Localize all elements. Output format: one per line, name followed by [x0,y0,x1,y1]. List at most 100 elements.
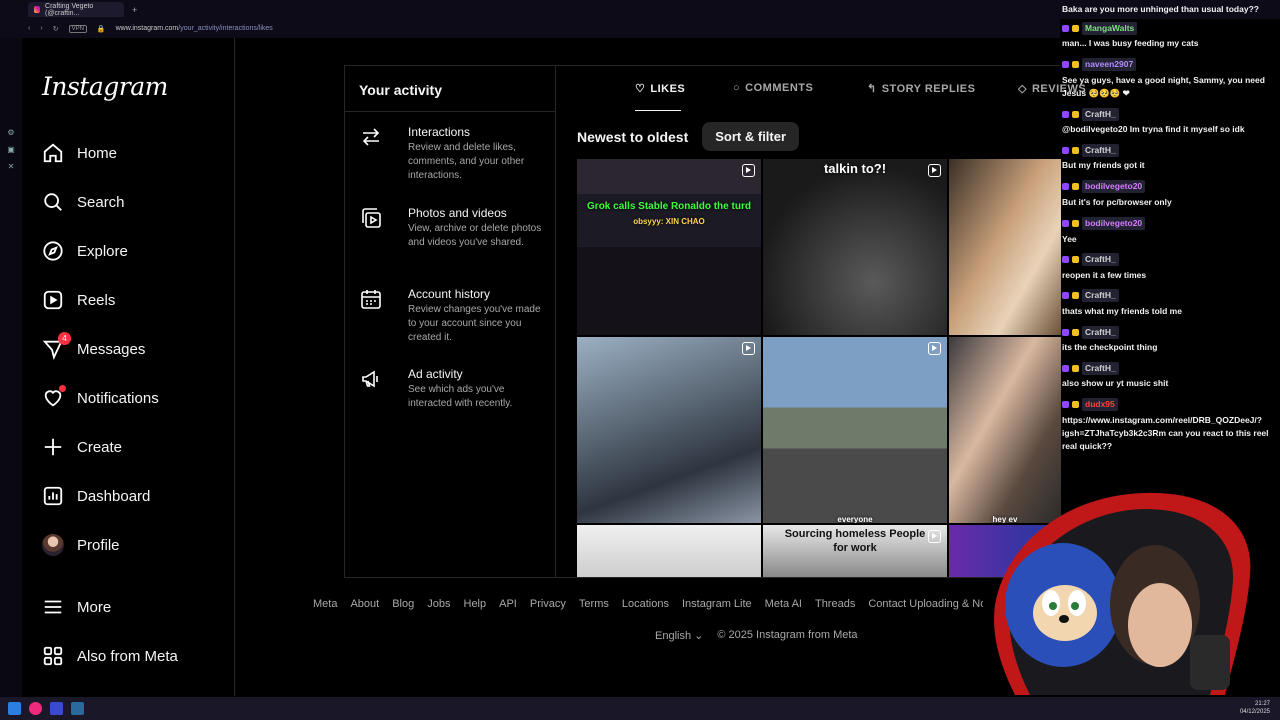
reload-icon[interactable]: ↻ [53,25,59,33]
footer-link[interactable]: API [499,598,517,610]
chat-message: @bodilvegeto20 Im tryna find it myself s… [1062,124,1245,134]
chat-badge-icon [1062,220,1069,227]
megaphone-icon [359,367,383,391]
sidebar-item-also-from-meta[interactable]: Also from Meta [42,643,178,669]
activity-item-title: Account history [408,287,491,301]
vpn-badge[interactable]: VPN [68,24,87,33]
vegas-app-icon[interactable] [50,702,63,715]
tab-comments[interactable]: ○ COMMENTS [733,82,813,94]
chat-badge-icon [1072,401,1079,408]
arrows-swap-icon [359,125,383,149]
tile-caption: Grok calls Stable Ronaldo the turd [587,201,751,212]
sidebar-item-dashboard[interactable]: Dashboard [42,483,150,509]
liked-post-tile[interactable]: Sourcing homeless People for work [763,525,947,577]
browser-side-strip: ⚙ ▣ ✕ [0,38,22,698]
chat-badge-icon [1062,365,1069,372]
new-tab-button[interactable]: + [132,5,137,15]
chat-username: bodilvegeto20 [1062,180,1277,193]
chat-username-text: naveen2907 [1082,58,1137,71]
chat-badge-icon [1072,183,1079,190]
footer-link[interactable]: Threads [815,598,855,610]
chat-message: See ya guys, have a good night, Sammy, y… [1062,75,1265,98]
reel-icon [928,530,941,543]
chat-badge-icon [1072,256,1079,263]
activity-item-account-history[interactable]: Account history Review changes you've ma… [359,287,549,347]
search-icon [42,191,64,213]
footer-link[interactable]: Privacy [530,598,566,610]
chat-badge-icon [1062,329,1069,336]
footer-link[interactable]: Help [464,598,487,610]
liked-post-tile[interactable]: Grok calls Stable Ronaldo the turd obsyy… [577,159,761,335]
openai-icon[interactable]: ⚙ [7,128,14,137]
reel-icon [928,164,941,177]
chat-message: Yee [1062,234,1077,244]
compass-icon [42,240,64,262]
photoshop-app-icon[interactable] [71,702,84,715]
chat-username-text: CraftH_ [1082,108,1119,121]
forward-icon[interactable]: › [40,25,42,32]
footer-link[interactable]: Meta [313,598,337,610]
sidebar-item-more[interactable]: More [42,594,111,620]
twitch-icon[interactable]: ▣ [7,145,15,154]
address-bar: ‹ › ↻ VPN 🔒 www.instagram.com/your_activ… [0,19,1060,38]
clock-time: 21:27 [1254,701,1270,707]
chat-badge-icon [1072,147,1079,154]
tab-label: COMMENTS [745,82,814,94]
hamburger-icon [42,596,64,618]
sidebar-item-notifications[interactable]: Notifications [42,385,159,411]
windows-start-icon[interactable] [8,702,21,715]
browser-tab[interactable]: Crafting Vegeto (@craftin... [28,2,124,17]
sort-filter-button[interactable]: Sort & filter [702,122,800,151]
sidebar-item-label: Dashboard [77,487,151,505]
footer-link[interactable]: Blog [392,598,414,610]
footer-link[interactable]: Contact Uploading & Non-Users [868,598,983,610]
chat-username: naveen2907 [1062,58,1277,71]
back-icon[interactable]: ‹ [28,25,30,32]
chat-badge-icon [1062,183,1069,190]
chat-badge-icon [1072,61,1079,68]
activity-item-interactions[interactable]: Interactions Review and delete likes, co… [359,125,549,185]
sidebar-item-messages[interactable]: 4 Messages [42,332,145,362]
footer-link[interactable]: Meta AI [765,598,802,610]
heart-icon: ♡ [635,83,646,95]
language-select[interactable]: English ⌄ [655,629,703,642]
browser-app-icon[interactable] [29,702,42,715]
footer-link[interactable]: About [350,598,379,610]
chat-username-text: MangaWalts [1082,22,1138,35]
sidebar-item-explore[interactable]: Explore [42,238,128,264]
footer-link[interactable]: Instagram Lite [682,598,752,610]
url-field[interactable]: www.instagram.com/your_activity/interact… [116,25,273,32]
footer-link[interactable]: Locations [622,598,669,610]
tab-likes[interactable]: ♡ LIKES [635,82,685,96]
liked-post-tile[interactable] [949,159,1061,335]
reply-icon: ↰ [867,83,877,95]
activity-item-photos-videos[interactable]: Photos and videos View, archive or delet… [359,206,549,266]
x-icon[interactable]: ✕ [8,162,15,171]
sidebar-item-reels[interactable]: Reels [42,287,115,313]
sidebar-item-label: Search [77,193,125,211]
activity-item-ad-activity[interactable]: Ad activity See which ads you've interac… [359,367,549,412]
stream-chat-overlay: Baka are you more unhinged than usual to… [1060,0,1280,470]
liked-post-tile[interactable] [577,337,761,523]
sidebar-item-profile[interactable]: Profile [42,532,120,558]
reel-icon [928,342,941,355]
plus-icon [42,436,64,458]
avatar [42,534,64,556]
instagram-logo[interactable]: Instagram [42,72,168,101]
liked-post-tile[interactable]: talkin to?! [763,159,947,335]
tab-story-replies[interactable]: ↰ STORY REPLIES [867,82,975,96]
chat-username-text: bodilvegeto20 [1082,180,1146,193]
sidebar-item-home[interactable]: Home [42,140,117,166]
sidebar-item-create[interactable]: Create [42,434,122,460]
tile-caption: talkin to?! [823,161,887,176]
sidebar-item-search[interactable]: Search [42,189,125,215]
system-clock: 21:27 04/12/2025 [1240,700,1270,716]
chat-badge-icon [1062,111,1069,118]
footer-link[interactable]: Terms [579,598,609,610]
footer-link[interactable]: Jobs [427,598,450,610]
chat-message: Baka are you more unhinged than usual to… [1062,4,1259,14]
liked-post-tile[interactable] [577,525,761,577]
dashboard-icon [42,485,64,507]
sidebar-item-label: Home [77,144,118,162]
liked-post-tile[interactable]: everyone [763,337,947,523]
